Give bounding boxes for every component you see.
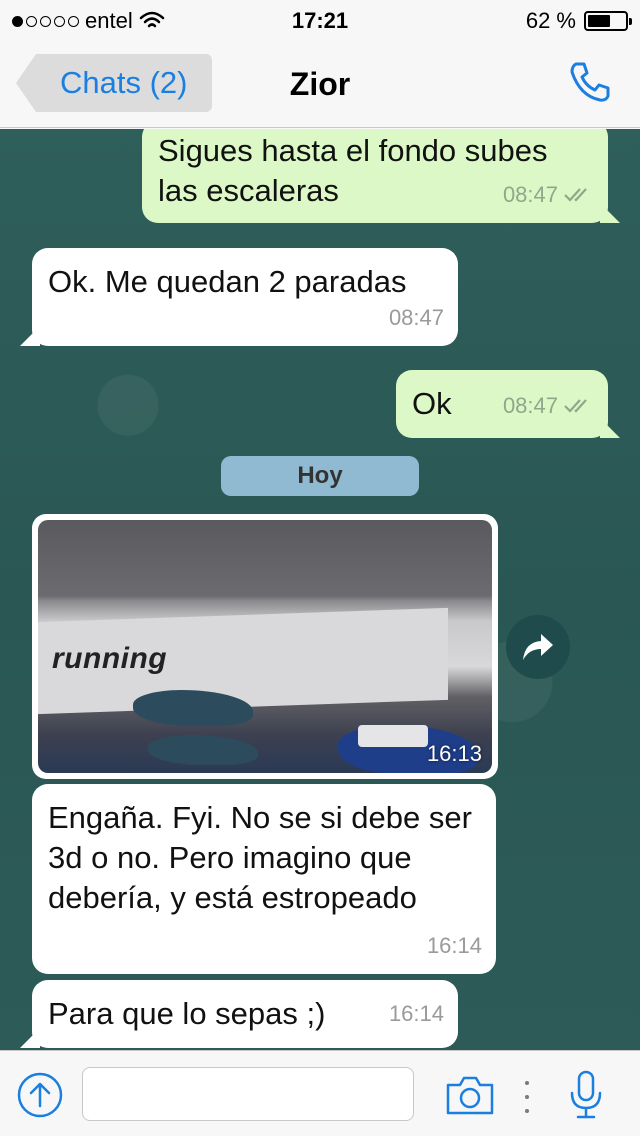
- upload-arrow-icon: [17, 1072, 63, 1118]
- message-outgoing[interactable]: Ok 08:47: [396, 370, 620, 438]
- message-time: 08:47: [502, 182, 558, 207]
- image-message[interactable]: running 16:13: [32, 514, 498, 779]
- message-incoming[interactable]: Ok. Me quedan 2 paradas 08:47: [20, 248, 458, 346]
- microphone-button[interactable]: [568, 1069, 604, 1121]
- message-meta: 08:47: [503, 386, 594, 426]
- photo-sign-text: running: [52, 642, 168, 675]
- message-incoming[interactable]: Engaña. Fyi. No se si debe ser 3d o no. …: [32, 784, 496, 974]
- status-bar: entel 17:21 62 %: [0, 0, 640, 40]
- double-check-icon: [564, 399, 587, 413]
- call-button[interactable]: [566, 58, 614, 106]
- more-options-icon[interactable]: [522, 1081, 532, 1113]
- nav-bar: Chats (2) Zior: [0, 40, 640, 128]
- photo-display-stand: [358, 725, 428, 747]
- message-photo[interactable]: running 16:13: [38, 520, 492, 773]
- double-check-icon: [564, 188, 587, 202]
- message-meta: 08:47: [503, 175, 594, 215]
- battery-percent: 62 %: [525, 8, 576, 33]
- back-button-label: Chats (2): [60, 65, 188, 100]
- message-time: 16:13: [426, 741, 482, 766]
- forward-button[interactable]: [506, 615, 570, 679]
- forward-arrow-icon: [523, 634, 553, 660]
- message-text: Engaña. Fyi. No se si debe ser 3d o no. …: [48, 800, 472, 915]
- bubble-tail: [600, 203, 620, 223]
- message-meta: 08:47: [389, 298, 444, 338]
- battery-status: 62 %: [525, 8, 632, 34]
- back-button[interactable]: Chats (2): [16, 54, 212, 112]
- message-time: 08:47: [388, 305, 444, 330]
- message-time: 08:47: [502, 393, 558, 418]
- message-meta: 16:14: [427, 926, 482, 966]
- message-incoming[interactable]: Para que lo sepas ;) 16:14: [20, 980, 458, 1048]
- camera-button[interactable]: [444, 1071, 496, 1119]
- bubble-tail: [20, 326, 40, 346]
- bubble-tail: [20, 1028, 40, 1048]
- input-bar: [0, 1050, 640, 1136]
- camera-icon: [446, 1076, 494, 1115]
- message-text: Ok. Me quedan 2 paradas: [48, 264, 407, 299]
- message-time: 16:14: [426, 933, 482, 958]
- message-time: 16:14: [388, 1001, 444, 1026]
- battery-icon: [584, 11, 632, 31]
- attach-button[interactable]: [16, 1071, 64, 1119]
- microphone-icon: [570, 1070, 602, 1119]
- message-meta: 16:14: [389, 994, 444, 1034]
- message-text: Para que lo sepas ;): [48, 996, 326, 1031]
- phone-icon: [570, 62, 610, 102]
- bubble-tail: [600, 418, 620, 438]
- photo-shoe: [148, 735, 258, 765]
- chat-area[interactable]: Sigues hasta el fondo subes las escalera…: [0, 129, 640, 1050]
- date-separator: Hoy: [221, 456, 419, 496]
- message-input[interactable]: [82, 1067, 414, 1121]
- message-outgoing[interactable]: Sigues hasta el fondo subes las escalera…: [142, 129, 620, 223]
- battery-fill: [588, 15, 611, 27]
